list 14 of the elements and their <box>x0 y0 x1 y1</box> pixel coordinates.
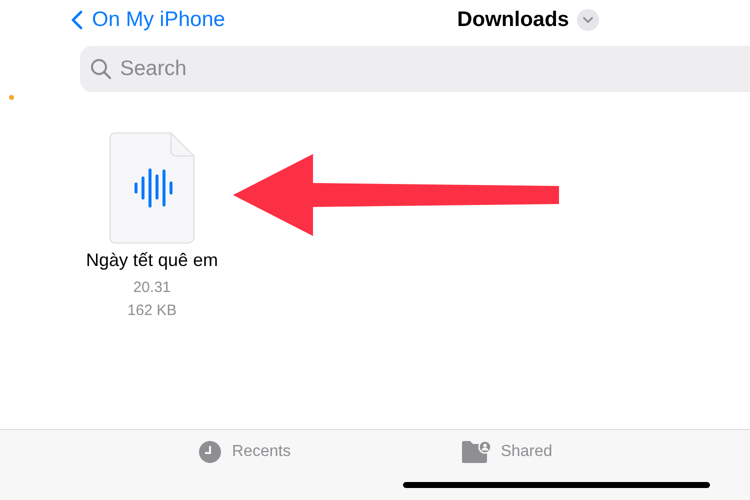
indicator-dot <box>9 95 14 100</box>
folder-title: Downloads <box>457 8 570 32</box>
file-name: Ngày tết quê em <box>86 250 218 271</box>
clock-icon <box>198 440 222 464</box>
tab[interactable]: Shared <box>460 440 552 464</box>
file-size: 162 KB <box>127 302 177 319</box>
chevron-down-icon[interactable] <box>577 9 600 31</box>
audio-file-icon[interactable] <box>109 132 195 244</box>
tab[interactable]: Recents <box>198 440 291 464</box>
back-chevron-icon <box>70 9 84 31</box>
search-field[interactable]: Search <box>80 46 750 92</box>
shared-folder-icon <box>460 440 491 464</box>
file-time: 20.31 <box>133 279 171 296</box>
back-link[interactable]: On My iPhone <box>70 8 226 32</box>
